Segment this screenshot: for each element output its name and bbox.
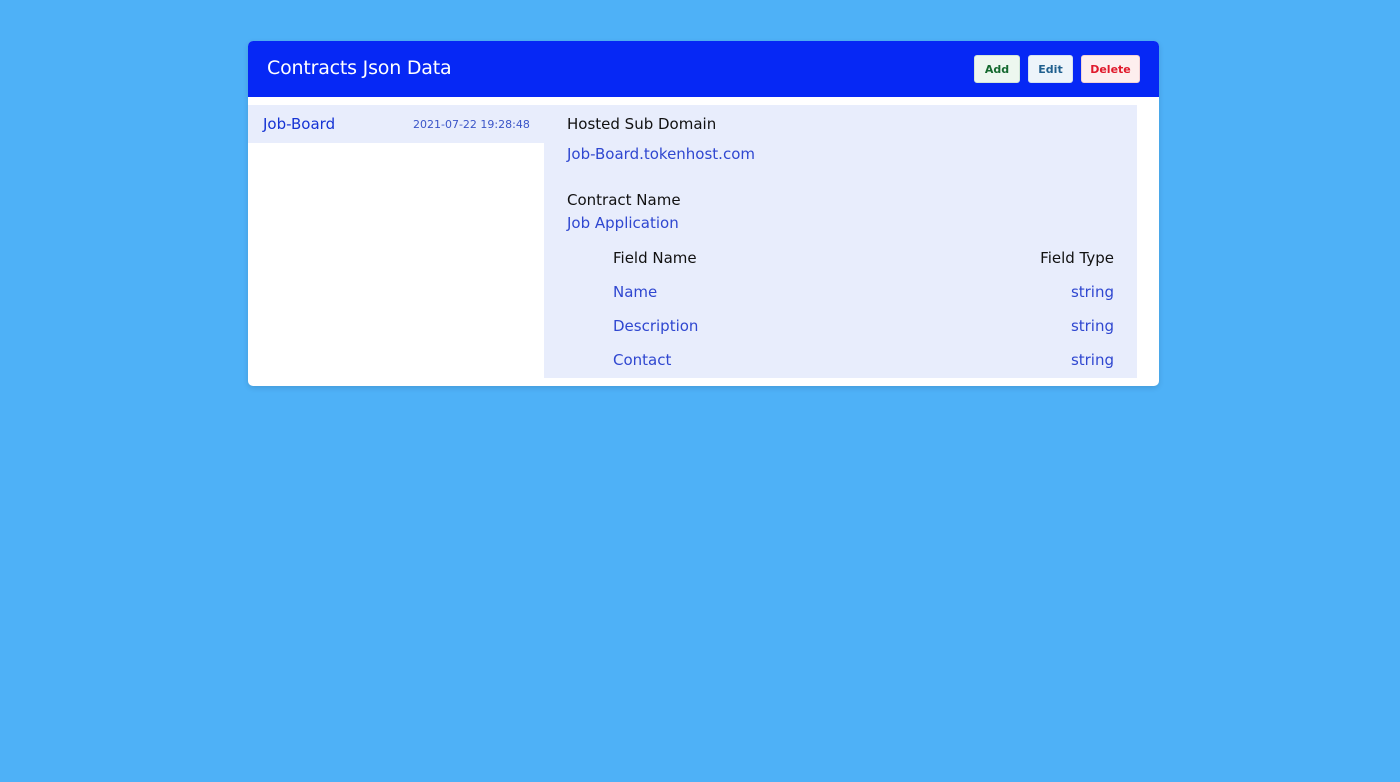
- contract-name-value: Job Application: [567, 214, 679, 232]
- hosted-sub-domain-link[interactable]: Job-Board.tokenhost.com: [567, 145, 755, 163]
- list-item-name: Job-Board: [263, 115, 336, 133]
- edit-button[interactable]: Edit: [1028, 55, 1073, 83]
- field-type: string: [1070, 283, 1114, 301]
- field-row: Contact string: [544, 351, 1137, 371]
- hosted-sub-domain-label: Hosted Sub Domain: [567, 115, 717, 133]
- field-row: Description string: [544, 317, 1137, 337]
- add-button[interactable]: Add: [974, 55, 1020, 83]
- field-type: string: [1070, 317, 1114, 335]
- field-name: Name: [613, 283, 658, 301]
- contracts-card: Contracts Json Data Add Edit Delete Job-…: [248, 41, 1159, 386]
- delete-button[interactable]: Delete: [1081, 55, 1140, 83]
- contract-name-label: Contract Name: [567, 191, 681, 209]
- detail-panel: Hosted Sub Domain Job-Board.tokenhost.co…: [544, 105, 1137, 378]
- field-name: Description: [613, 317, 699, 335]
- field-type: string: [1070, 351, 1114, 369]
- page-title: Contracts Json Data: [267, 57, 452, 79]
- field-type-header: Field Type: [1040, 249, 1114, 267]
- field-name-header: Field Name: [613, 249, 697, 267]
- field-row: Name string: [544, 283, 1137, 303]
- card-header: Contracts Json Data Add Edit Delete: [248, 41, 1159, 97]
- field-name: Contact: [613, 351, 672, 369]
- list-item[interactable]: Job-Board 2021-07-22 19:28:48: [248, 105, 544, 143]
- list-item-date: 2021-07-22 19:28:48: [413, 118, 530, 131]
